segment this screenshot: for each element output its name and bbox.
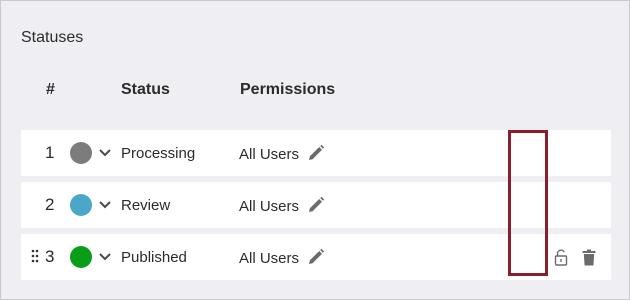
permissions-value: All Users <box>239 250 300 267</box>
status-name[interactable]: Review <box>121 197 170 214</box>
status-color-swatch[interactable] <box>70 142 92 164</box>
row-number: 1 <box>45 143 55 162</box>
drag-handle-icon[interactable] <box>31 249 39 263</box>
table-header: # Status Permissions <box>21 81 611 103</box>
trash-icon[interactable] <box>582 249 596 266</box>
statuses-panel: Statuses # Status Permissions 1 Processi… <box>0 0 630 300</box>
permissions-value: All Users <box>239 146 300 163</box>
column-header-number: # <box>46 81 55 98</box>
permissions-value: All Users <box>239 198 300 215</box>
column-header-permissions: Permissions <box>240 81 336 98</box>
chevron-down-icon[interactable] <box>98 249 112 263</box>
pencil-icon[interactable] <box>306 247 326 267</box>
highlight-box <box>508 130 548 276</box>
column-header-status: Status <box>121 81 170 98</box>
pencil-icon[interactable] <box>306 195 326 215</box>
status-name[interactable]: Published <box>121 249 187 266</box>
row-number: 2 <box>45 195 55 214</box>
status-name[interactable]: Processing <box>121 145 195 162</box>
pencil-icon[interactable] <box>306 143 326 163</box>
section-title: Statuses <box>21 29 84 46</box>
lock-icon[interactable] <box>553 249 569 266</box>
row-number: 3 <box>45 247 55 266</box>
status-color-swatch[interactable] <box>70 246 92 268</box>
chevron-down-icon[interactable] <box>98 145 112 159</box>
status-color-swatch[interactable] <box>70 194 92 216</box>
chevron-down-icon[interactable] <box>98 197 112 211</box>
